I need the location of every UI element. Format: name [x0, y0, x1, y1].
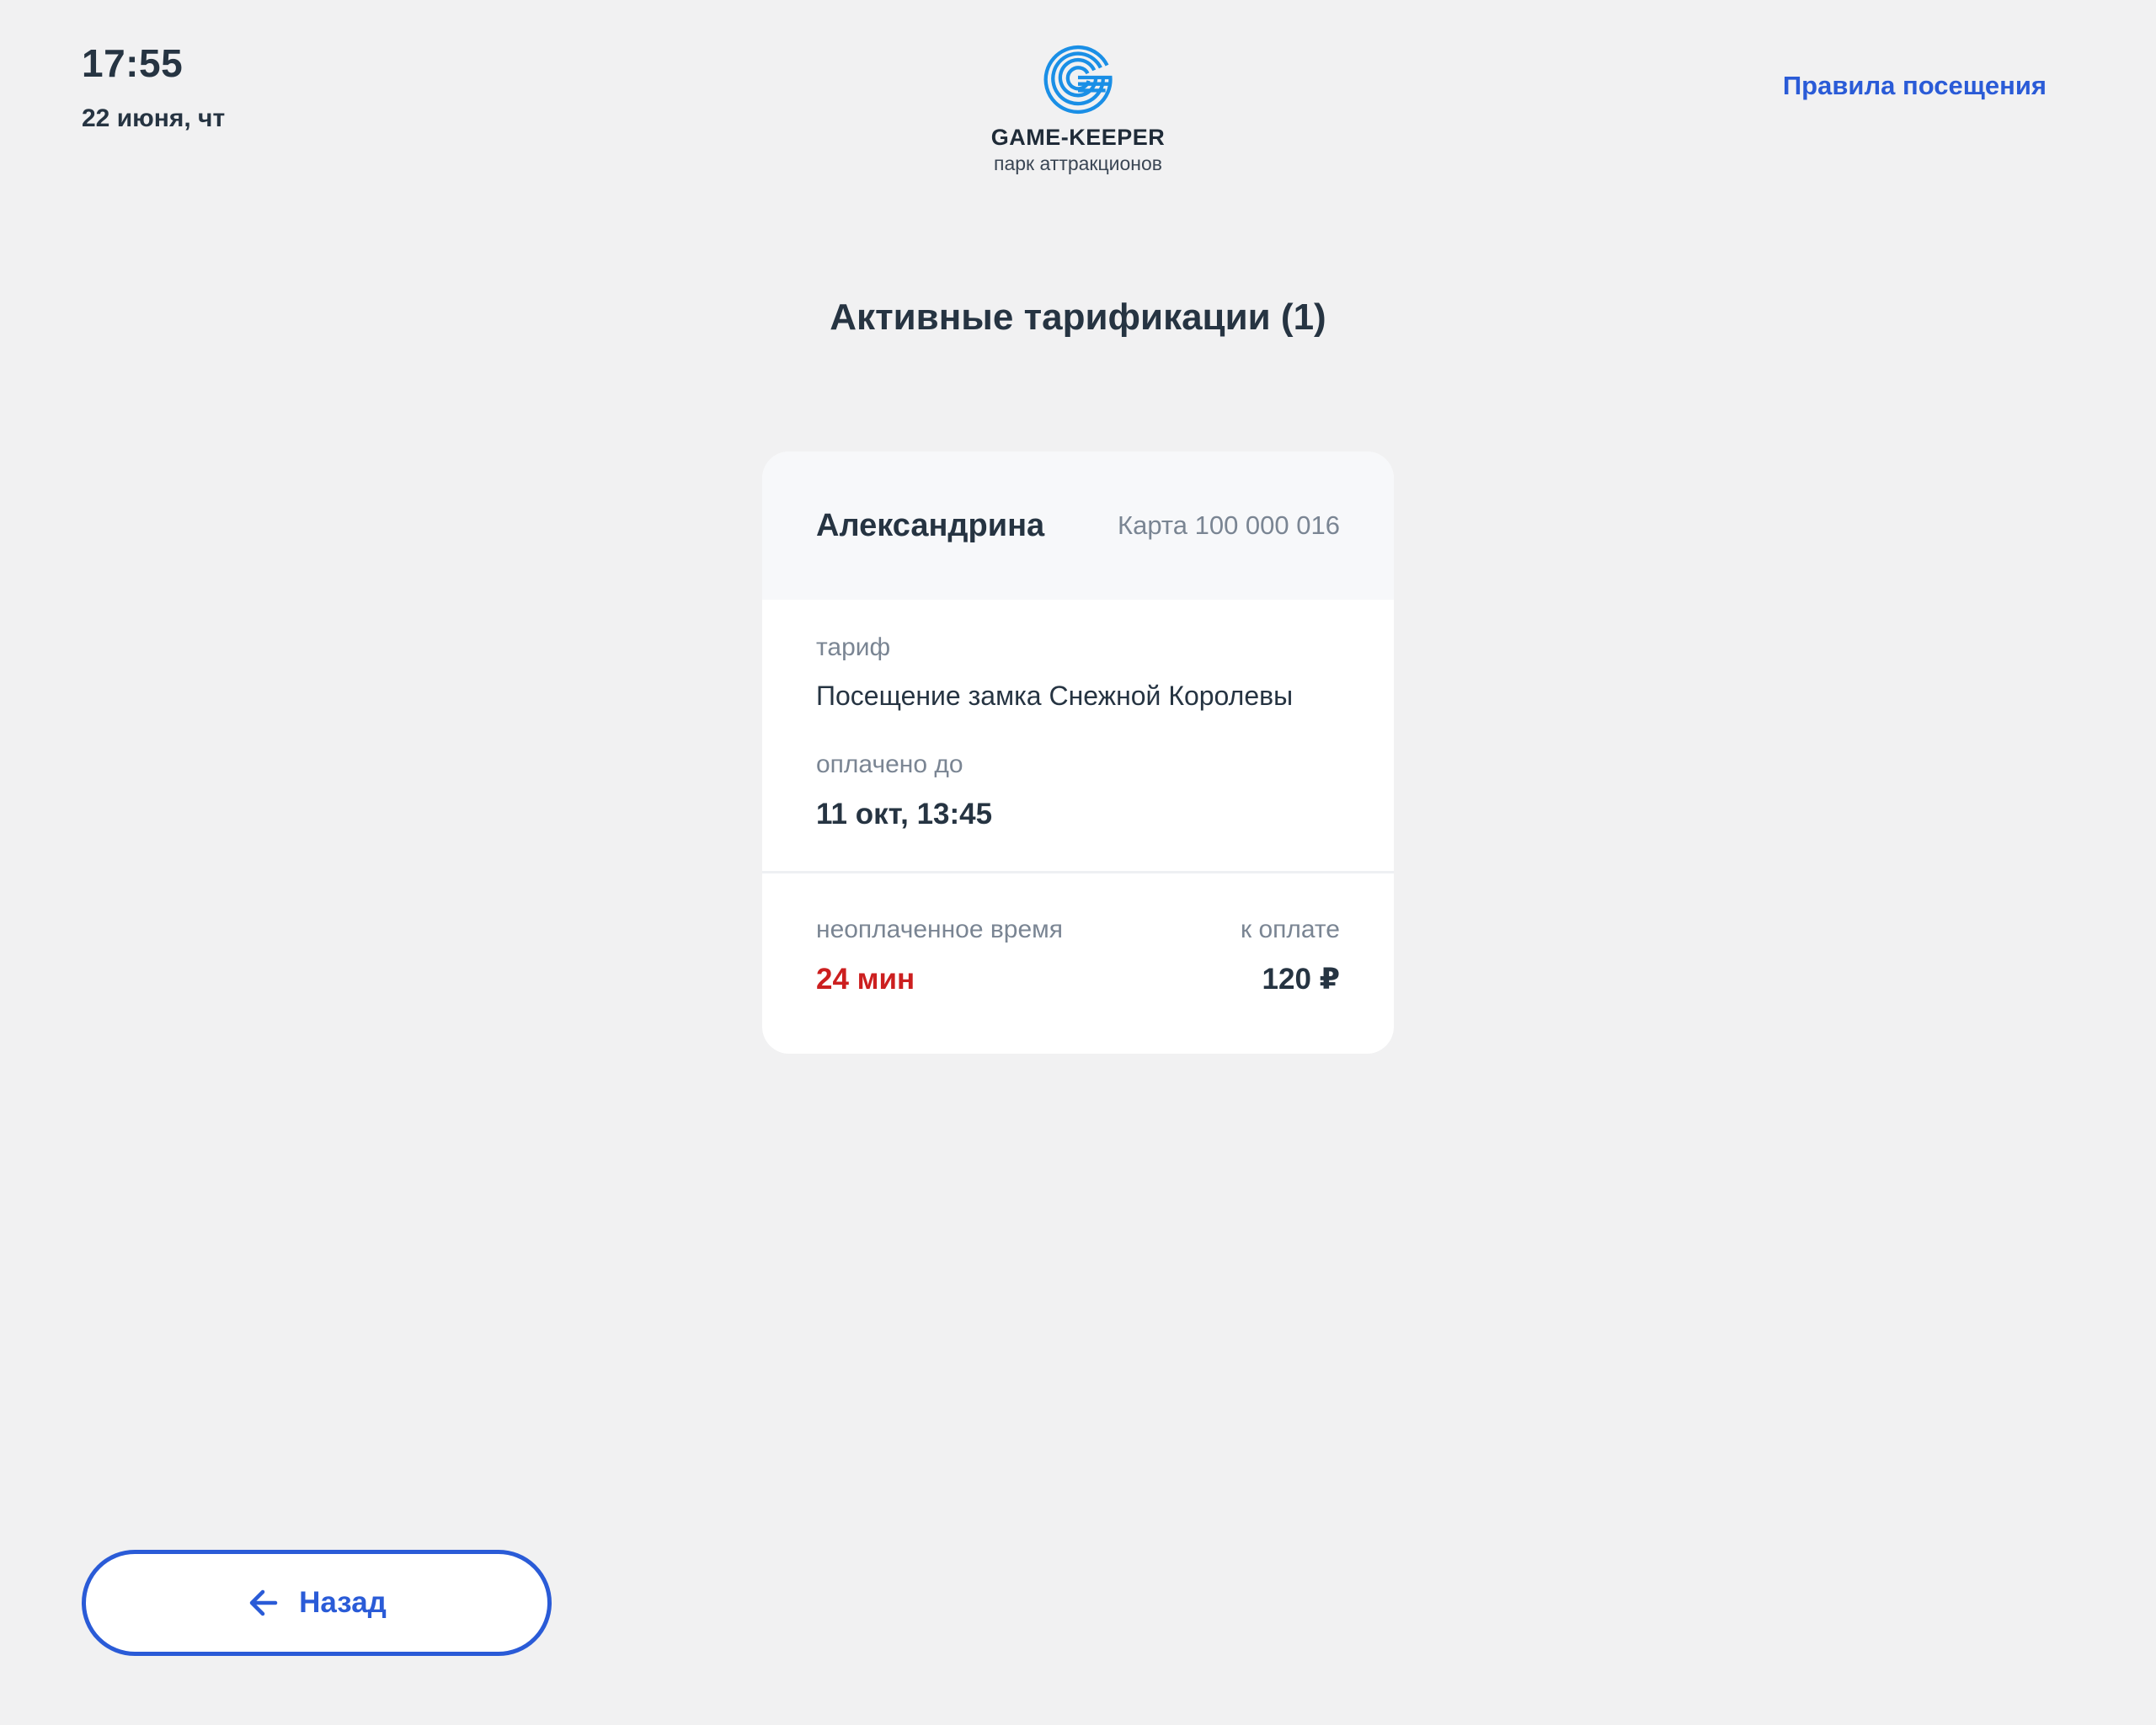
tariff-card: Александрина Карта 100 000 016 тариф Пос…	[762, 451, 1394, 1054]
unpaid-time-block: неоплаченное время 24 мин	[816, 916, 1063, 996]
logo-subtitle: парк аттракционов	[993, 152, 1162, 174]
unpaid-time-label: неоплаченное время	[816, 916, 1064, 943]
visit-rules-link[interactable]: Правила посещения	[1783, 71, 2047, 101]
logo-g-icon	[1043, 45, 1113, 115]
to-pay-label: к оплате	[1240, 916, 1340, 943]
paid-until-label: оплачено до	[816, 750, 963, 778]
card-footer: неоплаченное время 24 мин к оплате 120 ₽	[762, 873, 1394, 996]
logo: GAME-KEEPER парк аттракционов	[910, 37, 1246, 175]
unpaid-time-value: 24 мин	[816, 963, 915, 996]
card-header: Александрина Карта 100 000 016	[762, 451, 1394, 600]
clock-date: 22 июня, чт	[82, 104, 226, 132]
kiosk-screen: 17:55 22 июня, чт GAME-KEEPER парк аттра…	[0, 0, 2156, 1725]
back-button[interactable]: Назад	[82, 1550, 552, 1656]
back-button-label: Назад	[299, 1586, 387, 1619]
visitor-name: Александрина	[816, 507, 1045, 543]
tariff-value: Посещение замка Снежной Королевы	[816, 681, 1294, 711]
page-title: Активные тарификации (1)	[830, 296, 1326, 338]
arrow-left-icon	[249, 1589, 278, 1616]
to-pay-value: 120 ₽	[1262, 963, 1340, 996]
clock-time: 17:55	[82, 41, 184, 85]
card-number: Карта 100 000 016	[1118, 510, 1340, 540]
tariff-label: тариф	[816, 633, 891, 661]
paid-until-value: 11 окт, 13:45	[816, 798, 993, 830]
to-pay-block: к оплате 120 ₽	[1241, 916, 1340, 996]
logo-name: GAME-KEEPER	[990, 125, 1166, 150]
card-body: тариф Посещение замка Снежной Королевы о…	[762, 600, 1394, 871]
